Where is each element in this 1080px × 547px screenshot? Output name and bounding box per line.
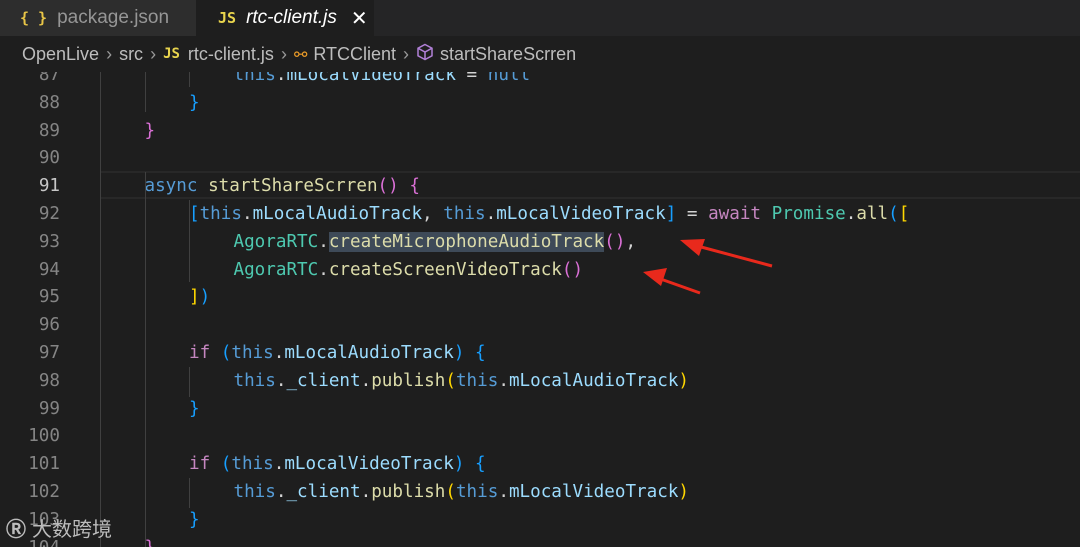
watermark-logo: Ⓡ bbox=[6, 519, 26, 541]
watermark: Ⓡ 大数跨境 bbox=[6, 513, 112, 542]
arrow-2 bbox=[643, 268, 701, 295]
annotation-arrows bbox=[643, 239, 773, 295]
arrow-1 bbox=[680, 239, 773, 268]
watermark-text: 大数跨境 bbox=[32, 519, 112, 541]
